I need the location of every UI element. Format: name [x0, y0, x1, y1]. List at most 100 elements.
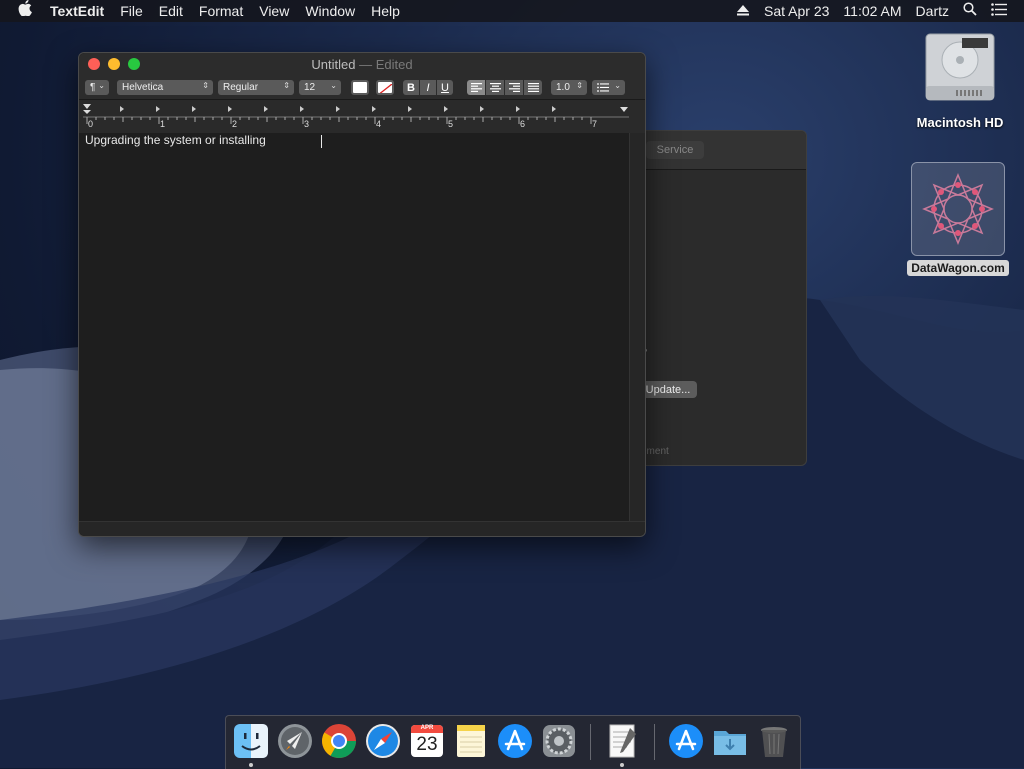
- menubar-user[interactable]: Dartz: [909, 0, 956, 22]
- chevron-down-icon: ⌄: [614, 81, 621, 90]
- datawagon-desktop-icon[interactable]: DataWagon.com: [900, 162, 1016, 277]
- tab-stop-marker: [264, 106, 268, 112]
- dock-launchpad[interactable]: [276, 722, 314, 760]
- font-size-combo[interactable]: 12 ⌄: [299, 80, 341, 95]
- vertical-scrollbar[interactable]: [629, 133, 645, 521]
- font-family-value: Helvetica: [122, 82, 164, 93]
- tab-stop-marker: [552, 106, 556, 112]
- ruler[interactable]: 0 1 2 3 4 5 6 7: [79, 100, 645, 134]
- dock-app-store-stack[interactable]: [667, 722, 705, 760]
- dock-system-preferences[interactable]: [540, 722, 578, 760]
- dock-safari[interactable]: [364, 722, 402, 760]
- justify-icon: [527, 83, 539, 92]
- list-bullets-icon: [597, 83, 609, 92]
- ruler-label-7: 7: [592, 119, 598, 129]
- font-style-value: Regular: [223, 82, 259, 93]
- dock: APR 23: [225, 715, 801, 769]
- menubar-time[interactable]: 11:02 AM: [836, 0, 908, 22]
- document-text[interactable]: Upgrading the system or installing: [85, 133, 266, 147]
- dock-finder[interactable]: [232, 722, 270, 760]
- eject-icon[interactable]: [729, 0, 757, 22]
- justify-button[interactable]: [524, 80, 542, 95]
- dock-chrome[interactable]: [320, 722, 358, 760]
- menu-format[interactable]: Format: [191, 0, 251, 22]
- menu-edit[interactable]: Edit: [151, 0, 191, 22]
- datawagon-image: [911, 162, 1005, 256]
- tab-stop-marker: [120, 106, 124, 112]
- font-family-popup[interactable]: Helvetica ⇕: [117, 80, 213, 95]
- update-button[interactable]: Update...: [639, 381, 697, 398]
- chrome-icon: [322, 724, 356, 758]
- spotlight-search-icon[interactable]: [956, 0, 984, 22]
- background-window[interactable]: Service v Update... ement: [620, 130, 807, 466]
- dock-notes[interactable]: [452, 722, 490, 760]
- ruler-label-0: 0: [88, 119, 94, 129]
- menubar-date[interactable]: Sat Apr 23: [757, 0, 836, 22]
- apple-menu-icon[interactable]: [0, 0, 42, 22]
- left-indent-marker: [83, 104, 91, 114]
- calendar-day: 23: [416, 734, 438, 755]
- dock-calendar[interactable]: APR 23: [408, 722, 446, 760]
- ruler-label-1: 1: [160, 119, 166, 129]
- trash-icon: [761, 727, 787, 757]
- dock-trash[interactable]: [755, 722, 793, 760]
- tab-stop-marker: [192, 106, 196, 112]
- paragraph-styles-label: ¶: [90, 82, 96, 93]
- font-style-popup[interactable]: Regular ⇕: [218, 80, 294, 95]
- list-bullets-popup[interactable]: ⌄: [592, 80, 625, 95]
- italic-button[interactable]: I: [420, 80, 436, 95]
- macintosh-hd-desktop-icon[interactable]: Macintosh HD: [905, 30, 1015, 130]
- macintosh-hd-label: Macintosh HD: [916, 115, 1004, 130]
- service-button[interactable]: Service: [646, 141, 704, 159]
- menu-view[interactable]: View: [251, 0, 297, 22]
- align-right-button[interactable]: [505, 80, 523, 95]
- dock-downloads-folder[interactable]: [711, 722, 749, 760]
- text-caret: [321, 135, 322, 148]
- ruler-label-2: 2: [232, 119, 238, 129]
- menu-app-textedit[interactable]: TextEdit: [42, 0, 112, 22]
- geometric-star-icon: [922, 173, 994, 245]
- background-color-well[interactable]: [376, 80, 394, 95]
- ruler-label-5: 5: [448, 119, 454, 129]
- dock-textedit[interactable]: [603, 722, 641, 760]
- window-titlebar[interactable]: Untitled — Edited: [79, 53, 645, 77]
- line-spacing-popup[interactable]: 1.0 ⇕: [551, 80, 587, 95]
- safari-icon: [366, 724, 400, 758]
- font-size-value: 12: [304, 82, 316, 93]
- finder-running-indicator: [249, 763, 253, 767]
- text-color-well[interactable]: [351, 80, 369, 95]
- tab-stop-marker: [408, 106, 412, 112]
- underline-button[interactable]: U: [437, 80, 453, 95]
- document-name: Untitled: [311, 57, 356, 72]
- menu-help[interactable]: Help: [363, 0, 408, 22]
- tab-stop-marker: [516, 106, 520, 112]
- align-center-icon: [489, 83, 501, 92]
- calendar-month: APR: [420, 725, 434, 731]
- textedit-icon: [609, 724, 636, 758]
- paragraph-styles-popup[interactable]: ¶ ⌄: [85, 80, 109, 95]
- textedit-window[interactable]: Untitled — Edited ¶ ⌄ Helvetica ⇕ Regular ⇕…: [78, 52, 646, 537]
- menu-file[interactable]: File: [112, 0, 151, 22]
- launchpad-icon: [278, 724, 312, 758]
- text-editor[interactable]: Upgrading the system or installing: [79, 133, 629, 521]
- no-color-slash-icon: [379, 83, 392, 93]
- menu-window[interactable]: Window: [297, 0, 363, 22]
- horizontal-scrollbar[interactable]: [79, 521, 645, 536]
- format-toolbar: ¶ ⌄ Helvetica ⇕ Regular ⇕ 12 ⌄ B I U 1.0…: [79, 77, 645, 100]
- tab-stop-marker: [372, 106, 376, 112]
- background-window-titlebar: Service: [621, 131, 806, 170]
- tab-stop-marker: [228, 106, 232, 112]
- align-left-button[interactable]: [467, 80, 485, 95]
- updown-arrows-icon: ⇕: [283, 81, 290, 90]
- tab-stop-marker: [480, 106, 484, 112]
- ruler-label-6: 6: [520, 119, 526, 129]
- tab-stop-marker: [336, 106, 340, 112]
- align-center-button[interactable]: [486, 80, 504, 95]
- notification-center-icon[interactable]: [984, 0, 1014, 22]
- menu-bar: TextEdit File Edit Format View Window He…: [0, 0, 1024, 22]
- tab-stop-marker: [300, 106, 304, 112]
- align-right-icon: [508, 83, 520, 92]
- tab-stop-marker: [156, 106, 160, 112]
- bold-button[interactable]: B: [403, 80, 419, 95]
- dock-app-store[interactable]: [496, 722, 534, 760]
